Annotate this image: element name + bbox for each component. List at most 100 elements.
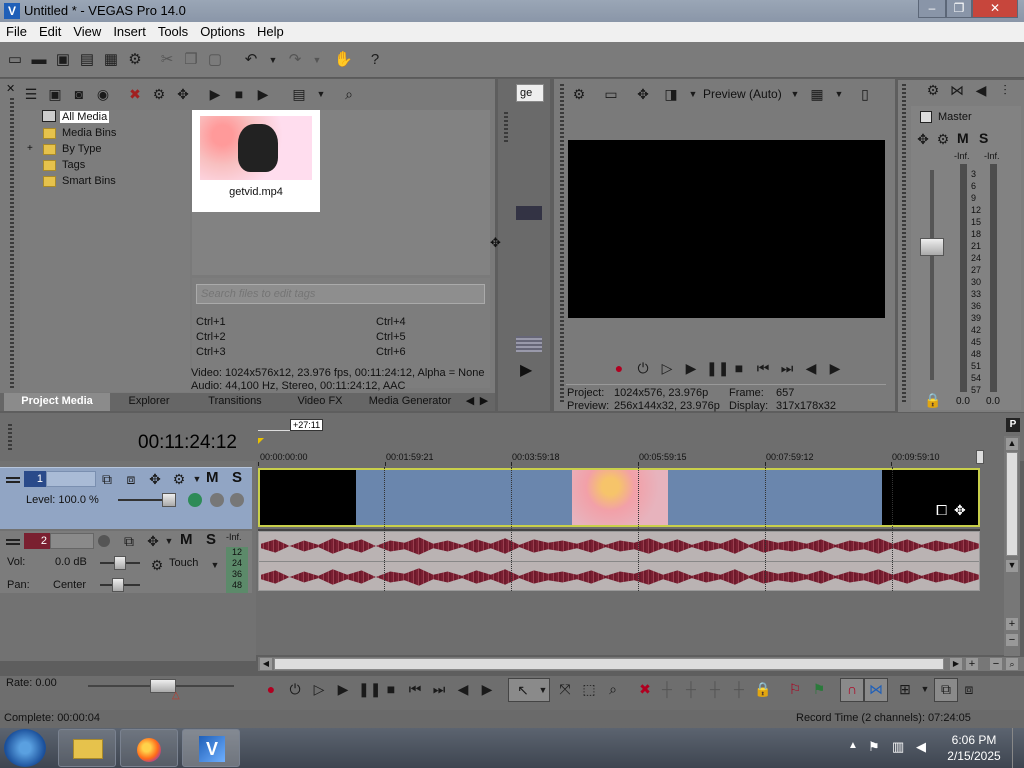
preview-grip[interactable] bbox=[560, 84, 564, 404]
delete-icon[interactable]: ✖ bbox=[636, 681, 654, 697]
tabs-scroll-left-icon[interactable]: ◀ bbox=[464, 393, 476, 411]
horizontal-scroll-thumb[interactable] bbox=[274, 658, 944, 670]
remove-media-icon[interactable]: ✖ bbox=[126, 86, 144, 102]
trimmer-dropdown[interactable]: ge bbox=[516, 84, 544, 102]
menu-edit[interactable]: Edit bbox=[33, 22, 67, 41]
paste-icon[interactable]: ▢ bbox=[206, 51, 224, 69]
copy-icon[interactable]: ❐ bbox=[182, 51, 200, 69]
help-icon[interactable]: ? bbox=[366, 51, 384, 69]
overlays-grid-icon[interactable]: ▦ bbox=[808, 86, 826, 102]
tracks-menu-icon[interactable]: P bbox=[1006, 418, 1020, 432]
external-monitor-icon[interactable]: ▭ bbox=[602, 86, 620, 102]
open-icon[interactable]: ▬ bbox=[30, 51, 48, 69]
cut-icon[interactable]: ✂ bbox=[158, 51, 176, 69]
taskbar-firefox[interactable] bbox=[120, 729, 178, 767]
menu-file[interactable]: File bbox=[0, 22, 33, 41]
split-icon[interactable]: ┼ bbox=[730, 681, 748, 697]
stop-preview-icon[interactable]: ■ bbox=[230, 86, 248, 102]
scroll-right-icon[interactable]: ▶ bbox=[950, 658, 962, 670]
level-slider-handle[interactable] bbox=[162, 493, 176, 507]
menu-insert[interactable]: Insert bbox=[107, 22, 152, 41]
track-dropdown-icon[interactable]: ▼ bbox=[160, 533, 178, 549]
track-name-field[interactable] bbox=[46, 471, 96, 487]
timeline-previous-frame-icon[interactable]: ◀ bbox=[454, 681, 472, 697]
menu-options[interactable]: Options bbox=[194, 22, 251, 41]
scroll-left-icon[interactable]: ◀ bbox=[260, 658, 272, 670]
tree-item-smart-bins[interactable]: Smart Bins bbox=[62, 175, 116, 187]
master-fx-gear-icon[interactable]: ⚙ bbox=[934, 131, 952, 147]
redo-dropdown-icon[interactable]: ▼ bbox=[308, 51, 326, 69]
capture-icon[interactable]: ▣ bbox=[46, 86, 64, 102]
zoom-in-horizontal-icon[interactable]: + bbox=[966, 658, 978, 670]
tab-project-media[interactable]: Project Media bbox=[4, 393, 110, 411]
menu-tools[interactable]: Tools bbox=[152, 22, 194, 41]
whats-this-icon[interactable]: ✋ bbox=[334, 51, 353, 69]
marker-flag-icon[interactable] bbox=[258, 438, 264, 444]
speaker-icon[interactable]: ◀ bbox=[972, 82, 990, 98]
fx-dropdown-icon[interactable]: ▼ bbox=[684, 86, 702, 102]
redo-icon[interactable]: ↷ bbox=[286, 51, 304, 69]
expand-icon[interactable]: + bbox=[27, 143, 33, 154]
search-icon[interactable]: ⌕ bbox=[340, 86, 358, 102]
zoom-out-horizontal-icon[interactable]: − bbox=[990, 658, 1002, 670]
new-icon[interactable]: ▭ bbox=[6, 51, 24, 69]
panel-grip[interactable] bbox=[10, 98, 14, 388]
track-solo-button[interactable]: S bbox=[232, 469, 242, 486]
menu-help[interactable]: Help bbox=[251, 22, 290, 41]
insert-marker-icon[interactable]: ⚐ bbox=[786, 681, 804, 697]
track-move-icon[interactable]: ✥ bbox=[146, 471, 164, 487]
audio-track-fx-icon[interactable]: ⧉ bbox=[120, 533, 138, 549]
make-compositing-child-icon[interactable] bbox=[210, 493, 224, 507]
master-pan-icon[interactable]: ✥ bbox=[914, 131, 932, 147]
close-panel-icon[interactable]: ✕ bbox=[6, 82, 18, 95]
track-mute-button[interactable]: M bbox=[206, 469, 219, 486]
tree-item-by-type[interactable]: By Type bbox=[62, 143, 102, 155]
master-solo-button[interactable]: S bbox=[979, 130, 988, 146]
ripple-edit-icon[interactable]: ⊞ bbox=[896, 681, 914, 697]
track-compositing-icon[interactable]: ⧈ bbox=[122, 471, 140, 487]
automation-gear-icon[interactable]: ⚙ bbox=[148, 557, 166, 573]
tag-search-input[interactable] bbox=[196, 284, 485, 304]
split-screen-icon[interactable]: ✥ bbox=[634, 86, 652, 102]
pause-icon[interactable]: ❚❚ bbox=[706, 360, 729, 376]
track-collapse-icon[interactable] bbox=[6, 539, 20, 541]
save-icon[interactable]: ▣ bbox=[54, 51, 72, 69]
timeline-grip[interactable] bbox=[8, 424, 12, 452]
taskbar-explorer[interactable] bbox=[58, 729, 116, 767]
undo-dropdown-icon[interactable]: ▼ bbox=[264, 51, 282, 69]
start-button[interactable] bbox=[4, 729, 46, 767]
minimize-button[interactable]: – bbox=[918, 0, 946, 18]
media-thumbnail[interactable]: getvid.mp4 bbox=[192, 110, 320, 212]
clock-date[interactable]: 2/15/2025 bbox=[944, 749, 1004, 763]
video-event[interactable]: ⧠ ✥ bbox=[258, 468, 980, 527]
ignore-grouping-icon[interactable]: ⧈ bbox=[960, 681, 978, 697]
audio-event[interactable] bbox=[258, 531, 980, 591]
event-fx-icon[interactable]: ✥ bbox=[954, 502, 966, 519]
timeline-pause-icon[interactable]: ❚❚ bbox=[358, 681, 381, 697]
timeline-play-from-start-icon[interactable]: ▷ bbox=[310, 681, 328, 697]
scroll-down-icon[interactable]: ▼ bbox=[1006, 560, 1018, 572]
auto-preview-icon[interactable]: ▶ bbox=[254, 86, 272, 102]
go-to-end-icon[interactable]: ⏭ bbox=[778, 360, 796, 376]
undo-icon[interactable]: ↶ bbox=[242, 51, 260, 69]
vol-slider-handle[interactable] bbox=[114, 556, 126, 570]
tabs-scroll-right-icon[interactable]: ▶ bbox=[478, 393, 490, 411]
track-collapse-icon[interactable] bbox=[6, 477, 20, 479]
envelope-tool-icon[interactable]: ⤧ bbox=[556, 681, 574, 697]
clock-time[interactable]: 6:06 PM bbox=[950, 733, 998, 747]
network-icon[interactable]: ▥ bbox=[892, 739, 904, 755]
mixer-faders-icon[interactable]: ⫶ bbox=[996, 82, 1014, 98]
render-icon[interactable]: ▦ bbox=[102, 51, 120, 69]
event-pan-crop-icon[interactable]: ⧠ bbox=[936, 502, 947, 519]
restore-button[interactable]: ❐ bbox=[946, 0, 972, 18]
normal-edit-tool-icon[interactable]: ↖ bbox=[514, 682, 532, 698]
tab-explorer[interactable]: Explorer bbox=[112, 393, 186, 411]
go-to-start-icon[interactable]: ⏮ bbox=[754, 360, 772, 376]
video-fx-icon[interactable]: ◨ bbox=[662, 86, 680, 102]
menu-view[interactable]: View bbox=[67, 22, 107, 41]
stop-icon[interactable]: ■ bbox=[730, 360, 748, 376]
zoom-out-vertical-icon[interactable]: − bbox=[1006, 634, 1018, 646]
show-desktop-button[interactable] bbox=[1012, 728, 1024, 768]
selection-tool-icon[interactable]: ⬚ bbox=[580, 681, 598, 697]
views-dropdown-icon[interactable]: ▼ bbox=[312, 86, 330, 102]
